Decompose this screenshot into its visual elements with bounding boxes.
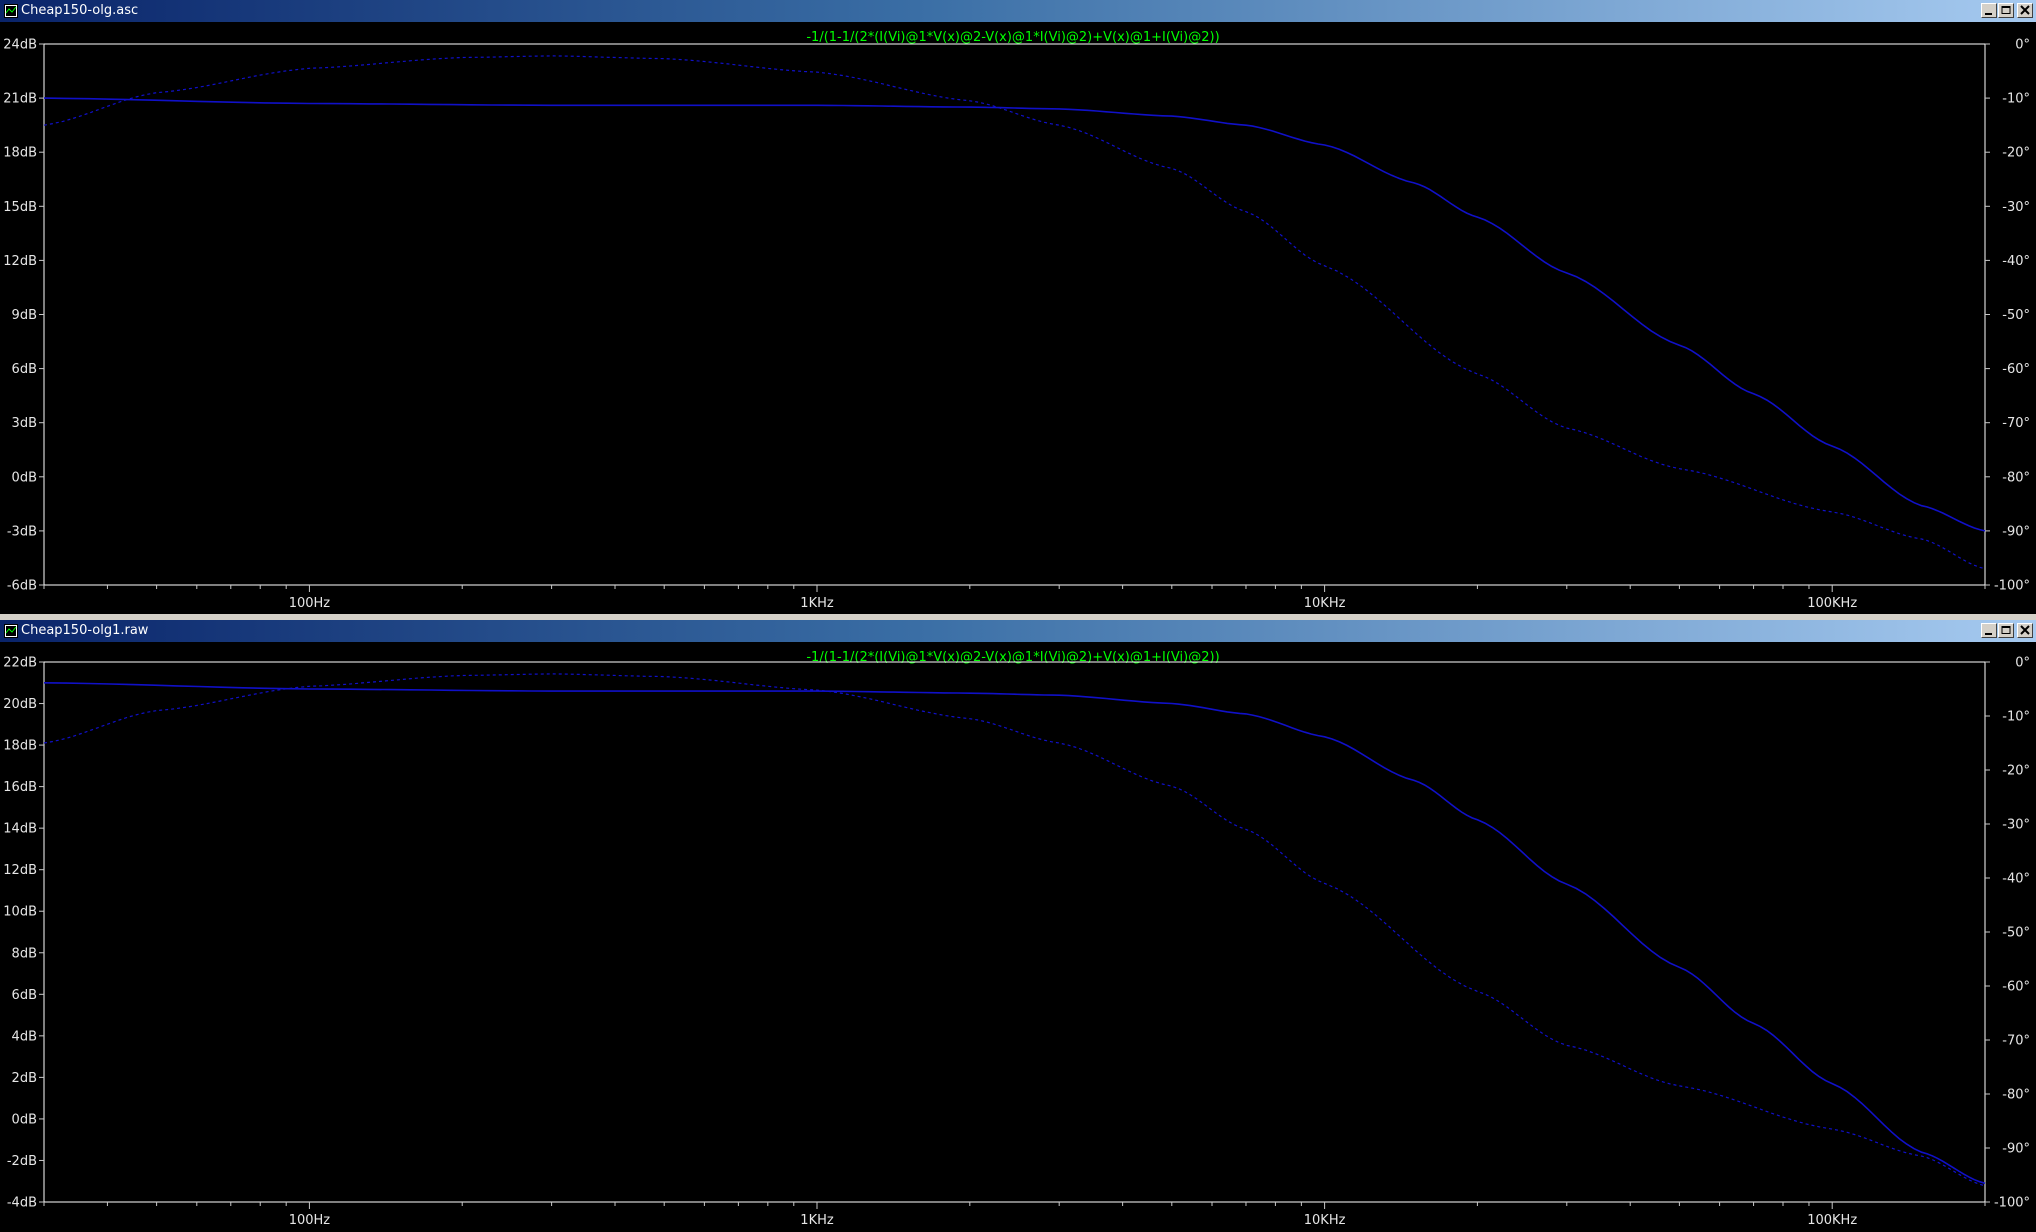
y-left-tick-label: 18dB: [3, 146, 37, 161]
y-right-tick-label: -50°: [2002, 308, 2030, 323]
y-right-tick-label: -70°: [2002, 416, 2030, 431]
y-left-tick-label: 8dB: [12, 946, 37, 961]
y-right-tick-label: -30°: [2002, 818, 2030, 833]
y-right-tick-label: -90°: [2002, 1142, 2030, 1157]
y-left-tick-label: -2dB: [7, 1154, 37, 1169]
y-left-tick-label: 18dB: [3, 739, 37, 754]
waveform-window-2[interactable]: Cheap150-olg1.raw -1/(1-1/(2*(I(Vi)@1*V(…: [0, 620, 2036, 1232]
x-tick-label: 10KHz: [1304, 1213, 1346, 1228]
x-tick-label: 100KHz: [1807, 1213, 1857, 1228]
y-right-tick-label: -10°: [2002, 710, 2030, 725]
x-tick-label: 1KHz: [800, 596, 834, 611]
trace-expression[interactable]: -1/(1-1/(2*(I(Vi)@1*V(x)@2-V(x)@1*I(Vi)@…: [806, 30, 1219, 45]
x-tick-label: 100Hz: [289, 596, 331, 611]
y-right-tick-label: -20°: [2002, 764, 2030, 779]
y-left-tick-label: 0dB: [12, 470, 37, 485]
y-left-tick-label: 20dB: [3, 697, 37, 712]
minimize-icon[interactable]: [1981, 3, 1997, 18]
y-right-tick-label: -80°: [2002, 470, 2030, 485]
y-left-tick-label: 6dB: [12, 988, 37, 1003]
maximize-icon[interactable]: [1998, 623, 2014, 638]
close-icon[interactable]: [2017, 3, 2033, 18]
window-titlebar[interactable]: Cheap150-olg1.raw: [0, 620, 2036, 642]
y-left-tick-label: -4dB: [7, 1196, 37, 1211]
y-left-tick-label: -6dB: [7, 579, 37, 594]
y-right-tick-label: -80°: [2002, 1088, 2030, 1103]
window-title: Cheap150-olg.asc: [21, 3, 139, 18]
y-right-tick-label: -30°: [2002, 200, 2030, 215]
bode-plot-2[interactable]: -1/(1-1/(2*(I(Vi)@1*V(x)@2-V(x)@1*I(Vi)@…: [0, 642, 2036, 1232]
trace-expression[interactable]: -1/(1-1/(2*(I(Vi)@1*V(x)@2-V(x)@1*I(Vi)@…: [806, 650, 1219, 665]
x-tick-label: 100KHz: [1807, 596, 1857, 611]
y-left-tick-label: 15dB: [3, 200, 37, 215]
x-tick-label: 1KHz: [800, 1213, 834, 1228]
x-tick-label: 10KHz: [1304, 596, 1346, 611]
y-left-tick-label: 6dB: [12, 362, 37, 377]
y-right-tick-label: -100°: [1994, 1196, 2030, 1211]
y-right-tick-label: -40°: [2002, 872, 2030, 887]
y-left-tick-label: 12dB: [3, 863, 37, 878]
window-title: Cheap150-olg1.raw: [21, 623, 149, 638]
y-left-tick-label: 0dB: [12, 1112, 37, 1127]
y-left-tick-label: 12dB: [3, 254, 37, 269]
y-left-tick-label: -3dB: [7, 524, 37, 539]
maximize-icon[interactable]: [1998, 3, 2014, 18]
y-left-tick-label: 14dB: [3, 822, 37, 837]
waveform-window-1[interactable]: Cheap150-olg.asc -1/(1-1/(2*(I(Vi)@1*V(x…: [0, 0, 2036, 614]
waveform-window-icon[interactable]: [4, 4, 18, 18]
close-icon[interactable]: [2017, 623, 2033, 638]
magnitude-trace[interactable]: [43, 682, 1986, 1185]
y-right-tick-label: 0°: [2015, 38, 2030, 53]
y-left-tick-label: 10dB: [3, 905, 37, 920]
y-right-tick-label: -70°: [2002, 1034, 2030, 1049]
y-right-tick-label: 0°: [2015, 656, 2030, 671]
y-right-tick-label: -10°: [2002, 92, 2030, 107]
y-left-tick-label: 16dB: [3, 780, 37, 795]
y-right-tick-label: -20°: [2002, 146, 2030, 161]
plot-frame: [43, 661, 1986, 1203]
y-left-tick-label: 22dB: [3, 656, 37, 671]
y-right-tick-label: -50°: [2002, 926, 2030, 941]
bode-plot-1[interactable]: -1/(1-1/(2*(I(Vi)@1*V(x)@2-V(x)@1*I(Vi)@…: [0, 22, 2036, 614]
y-right-tick-label: -60°: [2002, 362, 2030, 377]
y-left-tick-label: 4dB: [12, 1029, 37, 1044]
waveform-window-icon[interactable]: [4, 624, 18, 638]
y-left-tick-label: 2dB: [12, 1071, 37, 1086]
y-left-tick-label: 9dB: [12, 308, 37, 323]
window-titlebar[interactable]: Cheap150-olg.asc: [0, 0, 2036, 22]
y-right-tick-label: -40°: [2002, 254, 2030, 269]
x-tick-label: 100Hz: [289, 1213, 331, 1228]
y-left-tick-label: 24dB: [3, 38, 37, 53]
magnitude-trace[interactable]: [43, 97, 1986, 532]
y-right-tick-label: -60°: [2002, 980, 2030, 995]
phase-trace[interactable]: [43, 673, 1986, 1187]
y-left-tick-label: 3dB: [12, 416, 37, 431]
y-left-tick-label: 21dB: [3, 92, 37, 107]
minimize-icon[interactable]: [1981, 623, 1997, 638]
y-right-tick-label: -100°: [1994, 579, 2030, 594]
y-right-tick-label: -90°: [2002, 524, 2030, 539]
phase-trace[interactable]: [43, 55, 1986, 570]
plot-frame: [43, 43, 1986, 586]
